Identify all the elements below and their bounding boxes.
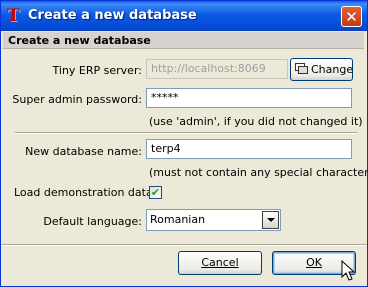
cancel-button-label: Cancel: [201, 256, 239, 269]
db-name-label: New database name:: [25, 145, 142, 158]
window-title: Create a new database: [28, 8, 197, 23]
panel-title: Create a new database: [8, 34, 151, 47]
admin-password-hint: (use 'admin', if you did not changed it): [149, 115, 363, 128]
app-logo-icon: T: [7, 6, 20, 26]
chevron-down-icon[interactable]: [262, 211, 279, 229]
cancel-button[interactable]: Cancel: [178, 251, 262, 275]
change-button-label: Change: [311, 63, 354, 76]
change-server-button[interactable]: Change: [290, 58, 353, 81]
server-label: Tiny ERP server:: [52, 64, 142, 77]
language-select[interactable]: Romanian: [146, 209, 281, 231]
checkmark-icon: ✔: [150, 186, 161, 199]
form-panel: Create a new database Tiny ERP server: h…: [3, 31, 368, 243]
db-name-hint: (must not contain any special character): [149, 166, 368, 179]
language-selected-value: Romanian: [150, 213, 206, 226]
ok-button-label: OK: [306, 256, 322, 269]
admin-password-field[interactable]: *****: [146, 88, 352, 108]
demo-data-label: Load demonstration data:: [14, 186, 157, 199]
divider: [15, 132, 357, 134]
close-button[interactable]: ✕: [341, 6, 362, 27]
server-icon: [295, 63, 308, 75]
footer-divider: [1, 244, 367, 246]
close-icon: ✕: [345, 8, 358, 26]
demo-data-checkbox[interactable]: ✔: [149, 186, 162, 199]
server-url-field: http://localhost:8069: [146, 59, 288, 79]
dialog-window: T Create a new database ✕ Create a new d…: [0, 0, 368, 287]
language-label: Default language:: [43, 215, 142, 228]
db-name-field[interactable]: terp4: [146, 139, 352, 159]
admin-password-label: Super admin password:: [12, 93, 142, 106]
panel-header: Create a new database: [3, 32, 364, 49]
mouse-pointer-icon: [341, 260, 355, 281]
title-bar[interactable]: T Create a new database ✕: [1, 1, 367, 31]
